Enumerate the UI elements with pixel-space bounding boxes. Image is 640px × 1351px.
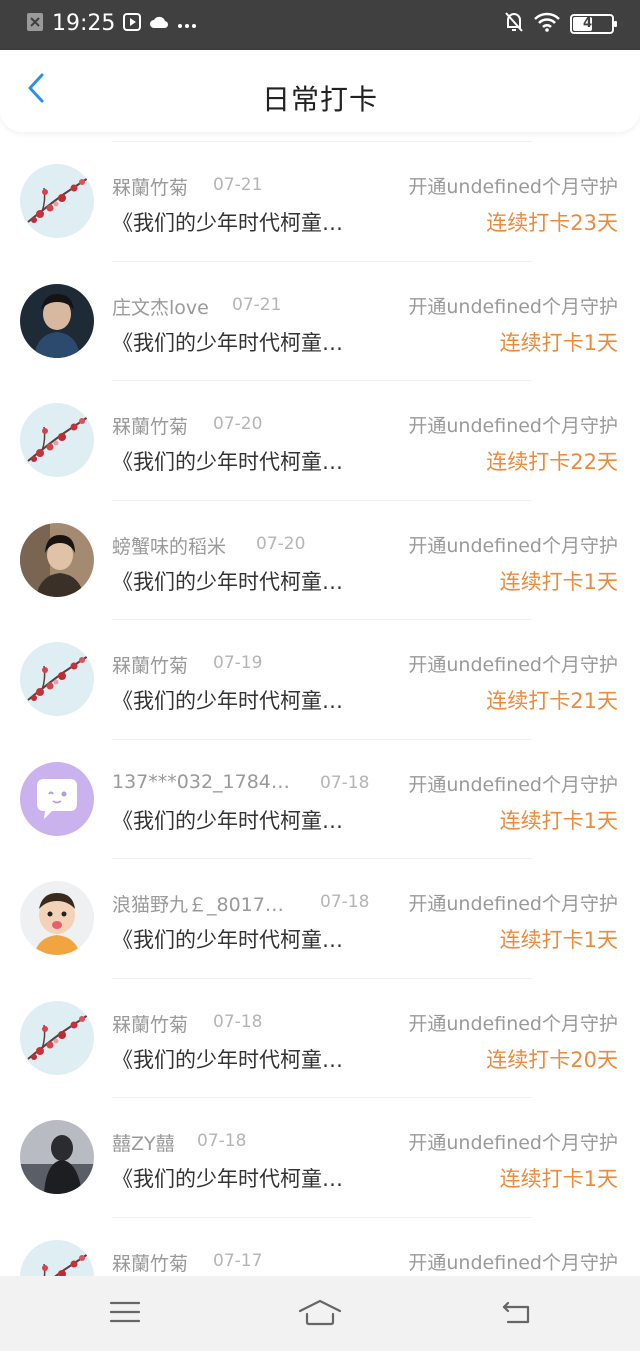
play-icon <box>123 12 142 35</box>
avatar[interactable] <box>20 164 94 238</box>
checkin-date: 07-21 <box>232 294 282 315</box>
home-icon <box>298 1298 342 1330</box>
post-title[interactable]: 《我们的少年时代柯童… <box>112 805 382 835</box>
list-item[interactable]: 浪猫野九￡_8017… 07-18 开通undefined个月守护 《我们的少年… <box>0 858 640 978</box>
post-title[interactable]: 《我们的少年时代柯童… <box>112 207 382 237</box>
status-bar: 19:25 49 <box>0 0 640 50</box>
guard-status: 开通undefined个月守护 <box>408 654 618 676</box>
post-title[interactable]: 《我们的少年时代柯童… <box>112 566 382 596</box>
list-item[interactable]: 庄文杰love 07-21 开通undefined个月守护 《我们的少年时代柯童… <box>0 260 640 381</box>
divider <box>112 619 532 620</box>
divider <box>112 1216 532 1218</box>
post-title[interactable]: 《我们的少年时代柯童… <box>112 1163 382 1193</box>
streak-count: 连续打卡1天 <box>499 1167 618 1191</box>
divider <box>112 1097 532 1098</box>
checkin-date: 07-18 <box>320 772 370 793</box>
more-dots-icon <box>177 14 197 33</box>
user-name[interactable]: 137***032_1784… <box>112 771 290 793</box>
user-name[interactable]: 浪猫野九￡_8017… <box>112 890 284 917</box>
menu-button[interactable] <box>103 1292 147 1336</box>
post-title[interactable]: 《我们的少年时代柯童… <box>112 685 382 715</box>
wifi-icon <box>534 12 560 36</box>
guard-status: 开通undefined个月守护 <box>408 1251 618 1274</box>
divider <box>112 499 532 501</box>
streak-count: 连续打卡1天 <box>499 330 618 355</box>
list-item[interactable]: 囍ZY囍 07-18 开通undefined个月守护 《我们的少年时代柯童… 连… <box>0 1097 640 1217</box>
system-nav-bar <box>0 1276 640 1351</box>
list-item[interactable]: 槑蘭竹菊 07-20 开通undefined个月守护 《我们的少年时代柯童… 连… <box>0 380 640 500</box>
user-name[interactable]: 槑蘭竹菊 <box>112 1249 188 1276</box>
cloud-icon <box>149 14 169 34</box>
guard-status: 开通undefined个月守护 <box>408 893 618 915</box>
home-button[interactable] <box>296 1292 344 1336</box>
guard-status: 开通undefined个月守护 <box>408 176 618 198</box>
list-item[interactable]: 槑蘭竹菊 07-17 开通undefined个月守护 <box>0 1216 640 1276</box>
page-title: 日常打卡 <box>261 83 378 116</box>
avatar[interactable] <box>20 522 94 597</box>
streak-count: 连续打卡1天 <box>499 569 618 594</box>
list-item[interactable]: 螃蟹味的稻米 07-20 开通undefined个月守护 《我们的少年时代柯童…… <box>0 499 640 620</box>
user-name[interactable]: 槑蘭竹菊 <box>112 1010 188 1037</box>
checkin-list: 槑蘭竹菊 07-21 开通undefined个月守护 《我们的少年时代柯童… 连… <box>0 141 640 1276</box>
divider <box>112 977 532 979</box>
checkin-date: 07-21 <box>213 175 263 195</box>
avatar[interactable] <box>20 881 94 955</box>
streak-count: 连续打卡20天 <box>486 1047 618 1072</box>
checkin-date: 07-18 <box>320 892 370 912</box>
guard-status: 开通undefined个月守护 <box>408 534 618 557</box>
avatar[interactable] <box>20 1239 94 1276</box>
back-icon <box>500 1299 532 1329</box>
back-nav-button[interactable] <box>494 1292 538 1336</box>
battery-icon: 49 <box>570 14 617 34</box>
guard-status: 开通undefined个月守护 <box>408 415 618 437</box>
guard-status: 开通undefined个月守护 <box>408 773 618 796</box>
close-notification-icon <box>26 12 44 36</box>
divider <box>112 738 532 740</box>
guard-status: 开通undefined个月守护 <box>408 1132 618 1154</box>
guard-status: 开通undefined个月守护 <box>408 295 618 318</box>
checkin-date: 07-20 <box>213 414 263 434</box>
avatar[interactable] <box>20 283 94 358</box>
user-name[interactable]: 槑蘭竹菊 <box>112 651 188 678</box>
checkin-date: 07-19 <box>213 653 263 673</box>
avatar[interactable] <box>20 1000 94 1075</box>
user-name[interactable]: 螃蟹味的稻米 <box>112 532 226 559</box>
list-item[interactable]: 137***032_1784… 07-18 开通undefined个月守护 《我… <box>0 738 640 859</box>
avatar[interactable] <box>20 1120 94 1194</box>
streak-count: 连续打卡23天 <box>486 211 618 235</box>
streak-count: 连续打卡1天 <box>499 928 618 952</box>
avatar[interactable] <box>20 403 94 477</box>
checkin-date: 07-18 <box>213 1011 263 1032</box>
checkin-date: 07-17 <box>213 1250 263 1271</box>
list-item[interactable]: 槑蘭竹菊 07-19 开通undefined个月守护 《我们的少年时代柯童… 连… <box>0 619 640 739</box>
guard-status: 开通undefined个月守护 <box>408 1012 618 1035</box>
status-time: 19:25 <box>52 11 116 36</box>
battery-level: 49 <box>582 16 602 31</box>
user-name[interactable]: 槑蘭竹菊 <box>112 173 188 200</box>
checkin-date: 07-18 <box>197 1131 247 1151</box>
menu-icon <box>109 1300 141 1328</box>
list-item[interactable]: 槑蘭竹菊 07-18 开通undefined个月守护 《我们的少年时代柯童… 连… <box>0 977 640 1098</box>
streak-count: 连续打卡21天 <box>486 689 618 713</box>
post-title[interactable]: 《我们的少年时代柯童… <box>112 327 382 357</box>
header: 日常打卡 <box>0 50 640 132</box>
user-name[interactable]: 囍ZY囍 <box>112 1129 175 1156</box>
avatar[interactable] <box>20 761 94 836</box>
divider <box>112 858 532 859</box>
streak-count: 连续打卡1天 <box>499 808 618 833</box>
streak-count: 连续打卡22天 <box>486 450 618 474</box>
mute-bell-icon <box>504 11 524 37</box>
list-item[interactable]: 槑蘭竹菊 07-21 开通undefined个月守护 《我们的少年时代柯童… 连… <box>0 141 640 261</box>
post-title[interactable]: 《我们的少年时代柯童… <box>112 1044 382 1074</box>
checkin-date: 07-20 <box>256 533 306 554</box>
divider <box>112 141 532 142</box>
user-name[interactable]: 庄文杰love <box>112 293 209 320</box>
post-title[interactable]: 《我们的少年时代柯童… <box>112 446 382 476</box>
post-title[interactable]: 《我们的少年时代柯童… <box>112 924 382 954</box>
user-name[interactable]: 槑蘭竹菊 <box>112 412 188 439</box>
divider <box>112 260 532 262</box>
avatar[interactable] <box>20 642 94 716</box>
divider <box>112 380 532 381</box>
